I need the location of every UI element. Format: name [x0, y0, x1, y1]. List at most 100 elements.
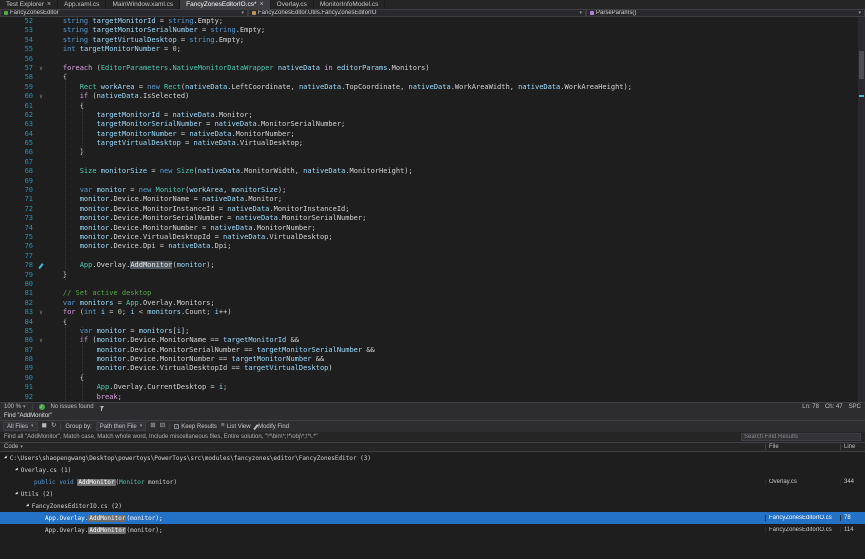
- code-token: i: [97, 308, 105, 316]
- code-token: monitor): [144, 479, 177, 486]
- refresh-search-icon[interactable]: ↻: [51, 423, 56, 430]
- find-result-row[interactable]: public void AddMonitor(Monitor monitor)O…: [0, 476, 865, 488]
- member-dropdown[interactable]: ParseParams() ▾: [586, 9, 865, 17]
- fold-margin: [36, 374, 46, 383]
- health-check-icon[interactable]: ✓: [39, 404, 45, 410]
- code-text: {: [46, 318, 67, 327]
- tab-monitorinfomodel-cs[interactable]: MonitorInfoModel.cs: [314, 0, 386, 9]
- code-text: monitor.Device.MonitorName = nativeData.…: [46, 195, 282, 204]
- code-token: string: [63, 36, 88, 44]
- code-token: .Count;: [181, 308, 215, 316]
- code-token: =: [126, 327, 139, 335]
- code-line: 79 }: [0, 271, 865, 280]
- find-result-row[interactable]: App.Overlay.AddMonitor(monitor);FancyZon…: [0, 524, 865, 536]
- fold-margin: [36, 17, 46, 26]
- find-result-row[interactable]: ◢Overlay.cs (1): [0, 464, 865, 476]
- code-token: ];: [181, 327, 189, 335]
- column-header-file[interactable]: File: [765, 444, 840, 450]
- tab-test-explorer[interactable]: Test Explorer×: [0, 0, 58, 9]
- find-result-row[interactable]: ◢FancyZonesEditorIO.cs (2): [0, 500, 865, 512]
- expander-icon[interactable]: ◢: [15, 468, 18, 473]
- code-token: Rect: [164, 83, 181, 91]
- tab-label: MainWindow.xaml.cs: [112, 1, 173, 8]
- code-token: public: [34, 479, 56, 486]
- code-token: monitor: [80, 233, 110, 241]
- code-line: 88 monitor.Device.MonitorNumber == targe…: [0, 355, 865, 364]
- code-line: 61 {: [0, 102, 865, 111]
- column-header-code[interactable]: Code ▾: [0, 444, 765, 450]
- keep-results-toggle[interactable]: ✓ Keep Results: [174, 424, 217, 430]
- tab-overlay-cs[interactable]: Overlay.cs: [271, 0, 314, 9]
- group-by-dropdown[interactable]: Path then File ▾: [96, 422, 147, 431]
- fold-margin: [36, 364, 46, 373]
- code-text: monitor.Device.MonitorSerialNumber == ta…: [46, 346, 375, 355]
- member-dropdown-label: ParseParams(): [596, 10, 636, 16]
- line-number: 64: [0, 130, 36, 139]
- fold-chevron-icon[interactable]: ∨: [36, 92, 46, 101]
- zoom-control[interactable]: 100 % ▾: [4, 404, 26, 410]
- expander-icon[interactable]: ◢: [15, 492, 18, 497]
- code-token: =: [147, 167, 160, 175]
- collapse-all-icon[interactable]: ⊟: [160, 423, 165, 430]
- code-editor[interactable]: 52 string targetMonitorId = string.Empty…: [0, 17, 865, 402]
- code-token: monitor: [80, 195, 110, 203]
- find-result-row[interactable]: ◢Utils (2): [0, 488, 865, 500]
- expander-icon[interactable]: ◢: [4, 456, 7, 461]
- fold-margin: [36, 45, 46, 54]
- fold-margin: [36, 167, 46, 176]
- code-token: string: [189, 36, 214, 44]
- filter-icon[interactable]: [100, 406, 104, 409]
- tab-bar: Test Explorer×App.xaml.cs MainWindow.xaml…: [0, 0, 865, 9]
- fold-margin: [36, 327, 46, 336]
- find-results-toolbar: All Files ▾ ◼ ↻ Group by: Path then File…: [0, 420, 865, 432]
- close-icon[interactable]: ×: [260, 1, 264, 8]
- modify-find-button[interactable]: Modify Find: [255, 424, 290, 430]
- find-results-search-input[interactable]: [744, 434, 858, 440]
- code-token: [46, 120, 97, 128]
- expander-icon[interactable]: ◢: [26, 504, 29, 509]
- fold-margin: [36, 346, 46, 355]
- fold-chevron-icon[interactable]: ∨: [36, 308, 46, 317]
- type-dropdown[interactable]: FancyZonesEditor.Utils.FancyZonesEditorI…: [248, 9, 586, 17]
- indent-guide: [65, 73, 66, 280]
- code-text: for (int i = 0; i < monitors.Count; i++): [46, 308, 232, 317]
- code-line: 68 Size monitorSize = new Size(nativeDat…: [0, 167, 865, 176]
- scrollbar-thumb[interactable]: [859, 51, 864, 79]
- line-number: 67: [0, 158, 36, 167]
- code-token: Utils (2): [21, 491, 54, 498]
- line-number: 58: [0, 73, 36, 82]
- find-results-search-box[interactable]: [741, 433, 861, 441]
- code-token: new: [147, 83, 160, 91]
- code-token: }: [46, 271, 67, 279]
- whitespace-indicator: SPC: [849, 404, 861, 410]
- code-token: );: [206, 261, 214, 269]
- code-text: Size monitorSize = new Size(nativeData.M…: [46, 167, 413, 176]
- code-token: [46, 111, 97, 119]
- list-view-button[interactable]: ≡ List View: [221, 423, 251, 430]
- divider: [169, 423, 170, 430]
- stop-search-icon[interactable]: ◼: [42, 423, 47, 430]
- tab-app-xaml-cs[interactable]: App.xaml.cs: [58, 0, 106, 9]
- fold-chevron-icon[interactable]: ∨: [36, 336, 46, 345]
- close-icon[interactable]: ×: [47, 1, 51, 8]
- code-token: .Device.MonitorNumber =: [109, 224, 210, 232]
- project-dropdown[interactable]: FancyZonesEditor ▾: [0, 9, 248, 17]
- column-header-line[interactable]: Line: [840, 444, 865, 450]
- find-result-row[interactable]: App.Overlay.AddMonitor(monitor);FancyZon…: [0, 512, 865, 524]
- expand-all-icon[interactable]: ⊞: [150, 423, 155, 430]
- tab-mainwindow-xaml-cs[interactable]: MainWindow.xaml.cs: [106, 0, 180, 9]
- code-token: nativeData: [518, 83, 560, 91]
- code-token: AddMonitor: [88, 515, 126, 522]
- tab-fancyzoneseditorio-cs[interactable]: FancyZonesEditorIO.cs*×: [180, 0, 271, 9]
- code-text: string targetMonitorId = string.Empty;: [46, 17, 223, 26]
- fold-chevron-icon[interactable]: ∨: [36, 64, 46, 73]
- find-result-row[interactable]: ◢C:\Users\shaopengwang\Desktop\powertoys…: [0, 452, 865, 464]
- line-number: 82: [0, 299, 36, 308]
- find-results-title-bar[interactable]: Find "AddMonitor": [0, 411, 865, 420]
- scope-dropdown[interactable]: All Files ▾: [3, 422, 38, 431]
- code-token: monitorSize: [232, 186, 278, 194]
- code-token: =: [202, 120, 215, 128]
- editor-vertical-scrollbar[interactable]: [858, 17, 865, 402]
- line-number: 68: [0, 167, 36, 176]
- code-token: [46, 130, 97, 138]
